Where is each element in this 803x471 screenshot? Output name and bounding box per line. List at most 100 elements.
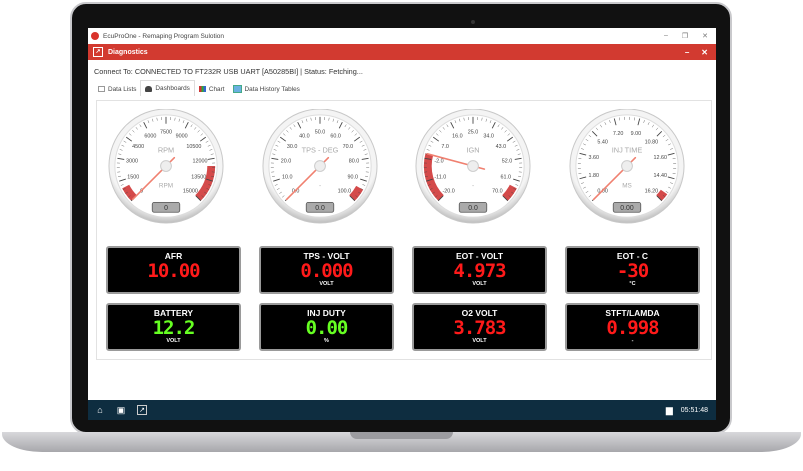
- tick-label: 10500: [186, 144, 201, 150]
- gauge-tps-deg: 0.0 10.0 20.0 30.040.0 50.0 60.070.0 80.0 90.0 1…: [262, 109, 378, 224]
- tab-label: Chart: [208, 85, 225, 93]
- tick-label: 1.80: [589, 173, 600, 179]
- tick-label: 100.0: [338, 188, 352, 194]
- taskbar: ⌂ ▣ ↗ ▆ 05:51:48: [88, 400, 716, 420]
- app-screen: EcuProOne - Remaping Program Sulotion – …: [88, 28, 716, 420]
- tick-label: 7.20: [613, 131, 624, 137]
- gauge-value: 0: [164, 205, 168, 212]
- tick-label: 9000: [176, 133, 188, 139]
- chart-icon[interactable]: ↗: [137, 405, 147, 415]
- tick-label: 15000: [183, 188, 198, 194]
- tick-label: 70.0: [492, 188, 502, 194]
- gauge-label: INJ TIME: [612, 145, 643, 154]
- list-icon: [98, 86, 105, 92]
- digital-readout-eot-volt: EOT - VOLT 4.973 VOLT: [412, 246, 547, 294]
- tick-label: 16.20: [645, 188, 659, 194]
- tick-label: 3.60: [589, 155, 600, 161]
- notification-icon[interactable]: ▆: [666, 405, 673, 416]
- tick-label: 7500: [160, 130, 172, 136]
- window-title: EcuProOne - Remaping Program Sulotion: [103, 32, 225, 40]
- tab-bar: Data Lists Dashboards Chart Data History…: [94, 80, 716, 96]
- gauge-unit: RPM: [159, 183, 173, 190]
- tick-label: 34.0: [483, 133, 494, 139]
- chart-icon: ↗: [93, 47, 103, 57]
- tab-label: Data History Tables: [244, 85, 300, 93]
- gauge-rpm: 0 1500 3000 45006000 7500 9000 10500 12000 13500…: [108, 109, 224, 224]
- tab-data-history-tables[interactable]: Data History Tables: [229, 82, 304, 96]
- tab-dashboards[interactable]: Dashboards: [140, 80, 195, 96]
- tick-label: 20.0: [281, 159, 292, 165]
- readout-value: 0.998: [606, 317, 659, 339]
- readout-value: 4.973: [453, 260, 506, 282]
- tick-label: 60.0: [330, 133, 341, 139]
- tick-label: 70.0: [343, 144, 353, 150]
- clock: 05:51:48: [680, 406, 708, 414]
- needle-hub: [467, 160, 479, 172]
- needle-hub: [314, 160, 326, 172]
- readout-unit: VOLT: [166, 338, 181, 344]
- readout-unit: %: [324, 338, 329, 344]
- digital-readout-tps-volt: TPS - VOLT 0.000 VOLT: [259, 246, 394, 294]
- gauge-label: TPS - DEG: [302, 145, 339, 154]
- tick-label: 1500: [127, 175, 139, 181]
- tick-label: 30.0: [287, 144, 298, 150]
- tab-data-lists[interactable]: Data Lists: [94, 82, 140, 96]
- readout-value: 3.783: [453, 317, 506, 339]
- app-logo-icon: [91, 32, 99, 40]
- tab-chart[interactable]: Chart: [195, 82, 229, 96]
- camera: [471, 20, 475, 24]
- readout-unit: °C: [629, 281, 636, 287]
- readout-value: 10.00: [147, 260, 200, 282]
- tick-label: 40.0: [299, 133, 310, 139]
- tick-label: -2.0: [434, 159, 443, 165]
- tick-label: 16.0: [452, 133, 463, 139]
- tick-label: 12.60: [653, 155, 667, 161]
- readout-unit: -: [631, 338, 634, 344]
- tick-label: 4500: [132, 144, 144, 150]
- tab-label: Data Lists: [108, 85, 137, 93]
- header-minimize-button[interactable]: –: [685, 48, 689, 57]
- dashboard-icon: [145, 85, 153, 92]
- needle-hub: [621, 160, 633, 172]
- home-icon[interactable]: ⌂: [95, 405, 105, 415]
- close-button[interactable]: ✕: [702, 32, 708, 40]
- readout-unit: VOLT: [319, 281, 334, 287]
- tick-label: 9.00: [631, 131, 642, 137]
- needle-hub: [160, 160, 172, 172]
- header-close-button[interactable]: ✕: [701, 48, 708, 57]
- tick-label: 14.40: [653, 173, 667, 179]
- tick-label: 6000: [144, 133, 156, 139]
- tick-label: 10.80: [645, 140, 659, 146]
- gauge-value: 0.0: [315, 205, 325, 212]
- gauge-value: 0.0: [468, 205, 478, 212]
- readout-value: 0.00: [305, 317, 349, 339]
- minimize-button[interactable]: –: [664, 32, 668, 40]
- gauge-label: IGN: [466, 145, 479, 154]
- digital-readout-o2-volt: O2 VOLT 3.783 VOLT: [412, 303, 547, 351]
- digital-readout-afr: AFR 10.00: [106, 246, 241, 294]
- readout-value: 12.2: [152, 317, 196, 339]
- tick-label: 5.40: [597, 140, 608, 146]
- tick-label: 61.0: [500, 175, 511, 181]
- gauge-unit: -: [319, 183, 321, 190]
- window-icon[interactable]: ▣: [116, 405, 126, 415]
- tick-label: 10.0: [282, 175, 293, 181]
- tick-label: 25.0: [468, 130, 479, 136]
- tick-label: 80.0: [349, 159, 359, 165]
- tick-label: 50.0: [315, 130, 326, 136]
- digital-readout-inj-duty: INJ DUTY 0.00%: [259, 303, 394, 351]
- digital-readout-eot-c: EOT - C -30 °C: [565, 246, 700, 294]
- connection-status: Connect To: CONNECTED TO FT232R USB UART…: [94, 67, 363, 76]
- gauge-ign: -20.0 -11.0 -2.0 7.016.0 25.0 34.043.0 52.0 61.…: [415, 109, 531, 224]
- gauge-unit: -: [472, 183, 474, 190]
- digital-readout-stft-lamda: STFT/LAMDA 0.998-: [565, 303, 700, 351]
- tick-label: -20.0: [443, 188, 455, 194]
- tab-label: Dashboards: [155, 85, 190, 92]
- gauge-inj-time: 0.00 1.80 3.60 5.40 7.20 9.0010.80 12.60 14.40 1…: [569, 109, 685, 224]
- header-title: Diagnostics: [108, 48, 148, 56]
- tick-label: -11.0: [434, 175, 446, 181]
- laptop-notch: [350, 432, 453, 439]
- restore-button[interactable]: ❐: [682, 32, 688, 40]
- tick-label: 90.0: [347, 175, 358, 181]
- table-icon: [232, 85, 242, 93]
